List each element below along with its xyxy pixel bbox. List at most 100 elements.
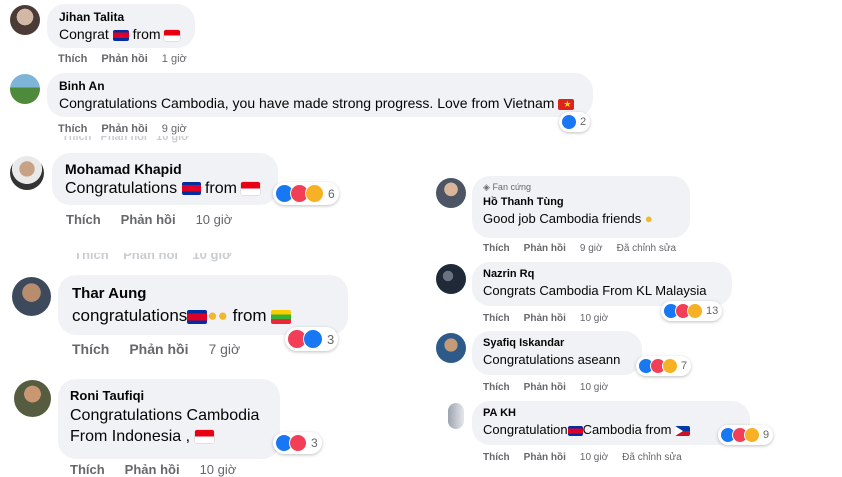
care-reaction-icon <box>305 184 324 203</box>
like-link[interactable]: Thích <box>70 462 105 477</box>
comment-text: Congratulations aseann <box>483 352 621 367</box>
reaction-count[interactable]: 13 <box>661 301 723 321</box>
like-link[interactable]: Thích <box>483 313 510 324</box>
comment-actions: Thích Phản hồi 7 giờ <box>72 341 254 357</box>
like-link[interactable]: Thích <box>72 341 109 357</box>
comment-text: From Indonesia , <box>70 428 268 446</box>
comment-author[interactable]: PA KH <box>483 407 739 419</box>
comment-bubble: Roni Taufiqi Congratulations Cambodia Fr… <box>58 379 280 459</box>
reply-link[interactable]: Phản hồi <box>121 212 176 227</box>
edited-label: Đã chỉnh sửa <box>622 452 682 463</box>
timestamp[interactable]: 10 giờ <box>196 212 233 227</box>
care-reaction-icon <box>662 358 678 374</box>
flag-icon <box>241 182 261 196</box>
comment-text: Congratulations from <box>65 180 265 198</box>
clap-emoji-icon: ● <box>644 211 653 226</box>
like-link[interactable]: Thích <box>66 212 101 227</box>
care-reaction-icon <box>744 427 760 443</box>
comment-bubble: Jihan Talita Congrat from <box>47 4 195 48</box>
comment-text: Congratulations Cambodia <box>70 407 260 424</box>
comment-actions: Thích Phản hồi 10 giờ <box>483 382 622 393</box>
care-reaction-icon <box>687 303 703 319</box>
comment-text: Good job Cambodia friends ● <box>483 211 653 226</box>
reaction-count[interactable]: 2 <box>559 112 591 132</box>
comment-author[interactable]: Nazrin Rq <box>483 268 721 280</box>
comment-actions: Thích Phản hồi 10 giờ <box>483 313 622 324</box>
comment-author[interactable]: Mohamad Khapid <box>65 161 265 177</box>
timestamp[interactable]: 7 giờ <box>208 341 240 357</box>
reaction-count[interactable]: 6 <box>273 182 339 205</box>
comment-bubble: Mohamad Khapid Congratulations from <box>52 153 278 205</box>
comment-author[interactable]: Hồ Thanh Tùng <box>483 196 679 208</box>
comment-text: Congrat from <box>59 26 183 42</box>
timestamp[interactable]: 1 giờ <box>162 53 187 65</box>
avatar[interactable] <box>436 264 466 294</box>
flag-icon <box>194 430 214 444</box>
comment-actions: Thích Phản hồi 10 giờ <box>66 212 246 227</box>
comment-author[interactable]: Binh An <box>59 79 581 93</box>
comment-bubble: Binh An Congratulations Cambodia, you ha… <box>47 73 593 117</box>
avatar[interactable] <box>436 178 466 208</box>
flag-icon <box>181 182 201 196</box>
fan-badge: ◈ Fan cứng <box>483 182 531 192</box>
flag-icon <box>675 425 691 436</box>
comment-bubble: Syafiq Iskandar Congratulations aseann <box>472 331 642 375</box>
timestamp[interactable]: 9 giờ <box>580 243 603 254</box>
flag-icon <box>567 425 583 436</box>
timestamp[interactable]: 10 giờ <box>580 452 608 463</box>
reply-link[interactable]: Phản hồi <box>101 123 147 135</box>
avatar[interactable] <box>448 403 464 429</box>
timestamp[interactable]: 10 giờ <box>580 313 608 324</box>
like-reaction-icon <box>561 114 577 130</box>
like-link[interactable]: Thích <box>58 53 87 65</box>
reaction-count[interactable]: 3 <box>285 327 339 351</box>
reply-link[interactable]: Phản hồi <box>524 313 566 324</box>
avatar[interactable] <box>14 380 51 417</box>
comment-author[interactable]: Roni Taufiqi <box>70 388 268 403</box>
reply-link[interactable]: Phản hồi <box>524 452 566 463</box>
timestamp[interactable]: 10 giờ <box>580 382 608 393</box>
comment-bubble: Thar Aung congratulations ●● from <box>58 275 348 335</box>
comment-author[interactable]: Jihan Talita <box>59 10 183 24</box>
reply-link[interactable]: Phản hồi <box>524 243 566 254</box>
like-link[interactable]: Thích <box>483 382 510 393</box>
comment-bubble: ◈ Fan cứng Hồ Thanh Tùng Good job Cambod… <box>472 176 690 238</box>
timestamp[interactable]: 10 giờ <box>200 462 237 477</box>
reaction-count[interactable]: 9 <box>718 425 774 445</box>
reaction-count[interactable]: 7 <box>636 356 692 376</box>
avatar[interactable] <box>436 333 466 363</box>
reaction-count[interactable]: 3 <box>273 432 322 454</box>
flag-icon: ★ <box>558 98 575 110</box>
like-link[interactable]: Thích <box>483 452 510 463</box>
comment-author[interactable]: Syafiq Iskandar <box>483 337 631 349</box>
reply-link[interactable]: Phản hồi <box>101 53 147 65</box>
avatar[interactable] <box>10 74 40 104</box>
comment-bubble: Nazrin Rq Congrats Cambodia From KL Mala… <box>472 262 732 306</box>
comment-actions: Thích Phản hồi 9 giờ Đã chỉnh sửa <box>483 243 690 254</box>
clap-emoji-icon: ●● <box>207 306 228 325</box>
avatar[interactable] <box>10 5 40 35</box>
comment-text: Congrats Cambodia From KL Malaysia <box>483 283 707 298</box>
flag-icon <box>187 309 208 324</box>
timestamp[interactable]: 9 giờ <box>162 123 187 135</box>
comment-actions: Thích Phản hồi 10 giờ Đã chỉnh sửa <box>483 452 696 463</box>
comment-bubble: PA KH Congratulation Cambodia from <box>472 401 750 445</box>
reply-link[interactable]: Phản hồi <box>125 462 180 477</box>
flag-icon <box>271 309 292 324</box>
avatar[interactable] <box>12 277 51 316</box>
comment-text: Congratulation Cambodia from <box>483 422 739 437</box>
reply-link[interactable]: Phản hồi <box>129 341 188 357</box>
comment-actions: Thích Phản hồi 1 giờ <box>58 53 201 65</box>
reply-link[interactable]: Phản hồi <box>524 382 566 393</box>
verified-badge-icon: ◈ <box>483 182 490 192</box>
scrolled-overlap: Thích Phản hồi 10 giờ <box>74 253 232 262</box>
like-link[interactable]: Thích <box>58 123 87 135</box>
flag-icon <box>164 29 181 41</box>
avatar[interactable] <box>10 156 44 190</box>
comment-author[interactable]: Thar Aung <box>72 285 334 302</box>
comment-text: congratulations ●● from <box>72 306 334 326</box>
edited-label: Đã chỉnh sửa <box>616 243 677 254</box>
flag-icon <box>112 29 129 41</box>
love-reaction-icon <box>289 434 307 452</box>
like-link[interactable]: Thích <box>483 243 510 254</box>
